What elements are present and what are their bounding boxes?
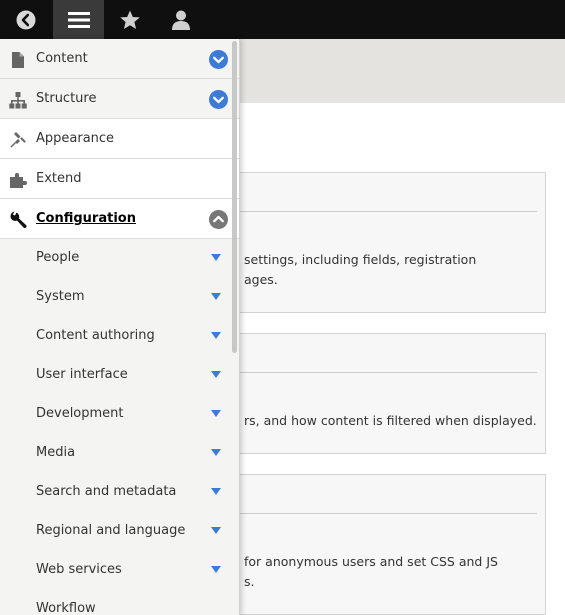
caret-down-icon[interactable] [211, 410, 221, 417]
submenu-item-search-and-metadata[interactable]: Search and metadata [0, 473, 239, 512]
admin-toolbar [0, 0, 565, 39]
submenu-item-label: System [36, 289, 85, 304]
panel-description: s. [244, 574, 255, 589]
submenu-item-web-services[interactable]: Web services [0, 551, 239, 590]
menu-item-configuration[interactable]: Configuration [0, 199, 239, 239]
submenu-item-content-authoring[interactable]: Content authoring [0, 317, 239, 356]
menu-item-label: Appearance [36, 131, 115, 146]
panel-description: ages. [244, 272, 278, 287]
chevron-up-icon [213, 215, 224, 223]
menu-item-content[interactable]: Content [0, 39, 239, 79]
config-panel-development: for anonymous users and set CSS and JS s… [230, 474, 546, 615]
caret-down-icon[interactable] [211, 332, 221, 339]
tray-scrollbar[interactable] [232, 41, 237, 353]
expand-toggle[interactable] [209, 50, 228, 69]
menu-item-structure[interactable]: Structure [0, 79, 239, 119]
caret-down-icon[interactable] [211, 488, 221, 495]
submenu-item-development[interactable]: Development [0, 395, 239, 434]
hamburger-menu-icon [67, 11, 90, 28]
menu-item-label: Configuration [36, 211, 136, 226]
submenu-item-workflow[interactable]: Workflow [0, 590, 239, 615]
submenu-item-label: Web services [36, 562, 122, 577]
menu-item-label: Structure [36, 91, 97, 106]
panel-divider [231, 211, 537, 212]
caret-down-icon[interactable] [211, 371, 221, 378]
submenu-item-label: Content authoring [36, 328, 155, 343]
menu-item-label: Extend [36, 171, 82, 186]
menu-item-appearance[interactable]: Appearance [0, 119, 239, 159]
caret-down-icon[interactable] [211, 566, 221, 573]
submenu-item-label: Regional and language [36, 523, 186, 538]
submenu-item-label: Development [36, 406, 124, 421]
submenu-item-label: Media [36, 445, 76, 460]
panel-description: rs, and how content is filtered when dis… [244, 413, 537, 428]
caret-down-icon[interactable] [211, 449, 221, 456]
back-circle-icon [16, 10, 36, 29]
shortcuts-button[interactable] [104, 0, 155, 39]
submenu-item-label: Workflow [36, 601, 96, 615]
sitemap-icon [9, 92, 27, 109]
submenu-item-system[interactable]: System [0, 278, 239, 317]
config-panel-people: settings, including fields, registration… [230, 172, 546, 313]
submenu-item-regional-and-language[interactable]: Regional and language [0, 512, 239, 551]
paintbrush-icon [10, 132, 26, 148]
caret-down-icon[interactable] [211, 254, 221, 261]
submenu-item-label: User interface [36, 367, 128, 382]
menu-item-label: Content [36, 51, 88, 66]
wrench-icon [10, 211, 27, 229]
panel-divider [231, 372, 537, 373]
caret-down-icon[interactable] [211, 527, 221, 534]
menu-item-extend[interactable]: Extend [0, 159, 239, 199]
chevron-down-icon [213, 56, 224, 64]
document-icon [12, 52, 24, 68]
submenu-item-label: People [36, 250, 80, 265]
admin-menu-tray: Content Structure Appearance Extend Conf… [0, 39, 240, 615]
panel-description: for anonymous users and set CSS and JS [244, 554, 498, 569]
manage-menu-button[interactable] [53, 0, 104, 39]
submenu-item-user-interface[interactable]: User interface [0, 356, 239, 395]
chevron-down-icon [213, 96, 224, 104]
caret-down-icon[interactable] [211, 293, 221, 300]
config-panel-content-authoring: rs, and how content is filtered when dis… [230, 333, 546, 454]
panel-description: settings, including fields, registration [244, 252, 477, 267]
person-icon [172, 10, 190, 30]
star-icon [119, 10, 140, 29]
collapse-toggle[interactable] [209, 210, 228, 229]
puzzle-icon [10, 173, 27, 188]
back-button[interactable] [0, 0, 52, 39]
submenu-item-people[interactable]: People [0, 239, 239, 278]
panel-divider [231, 513, 537, 514]
submenu-item-media[interactable]: Media [0, 434, 239, 473]
expand-toggle[interactable] [209, 90, 228, 109]
user-button[interactable] [155, 0, 207, 39]
submenu-item-label: Search and metadata [36, 484, 177, 499]
